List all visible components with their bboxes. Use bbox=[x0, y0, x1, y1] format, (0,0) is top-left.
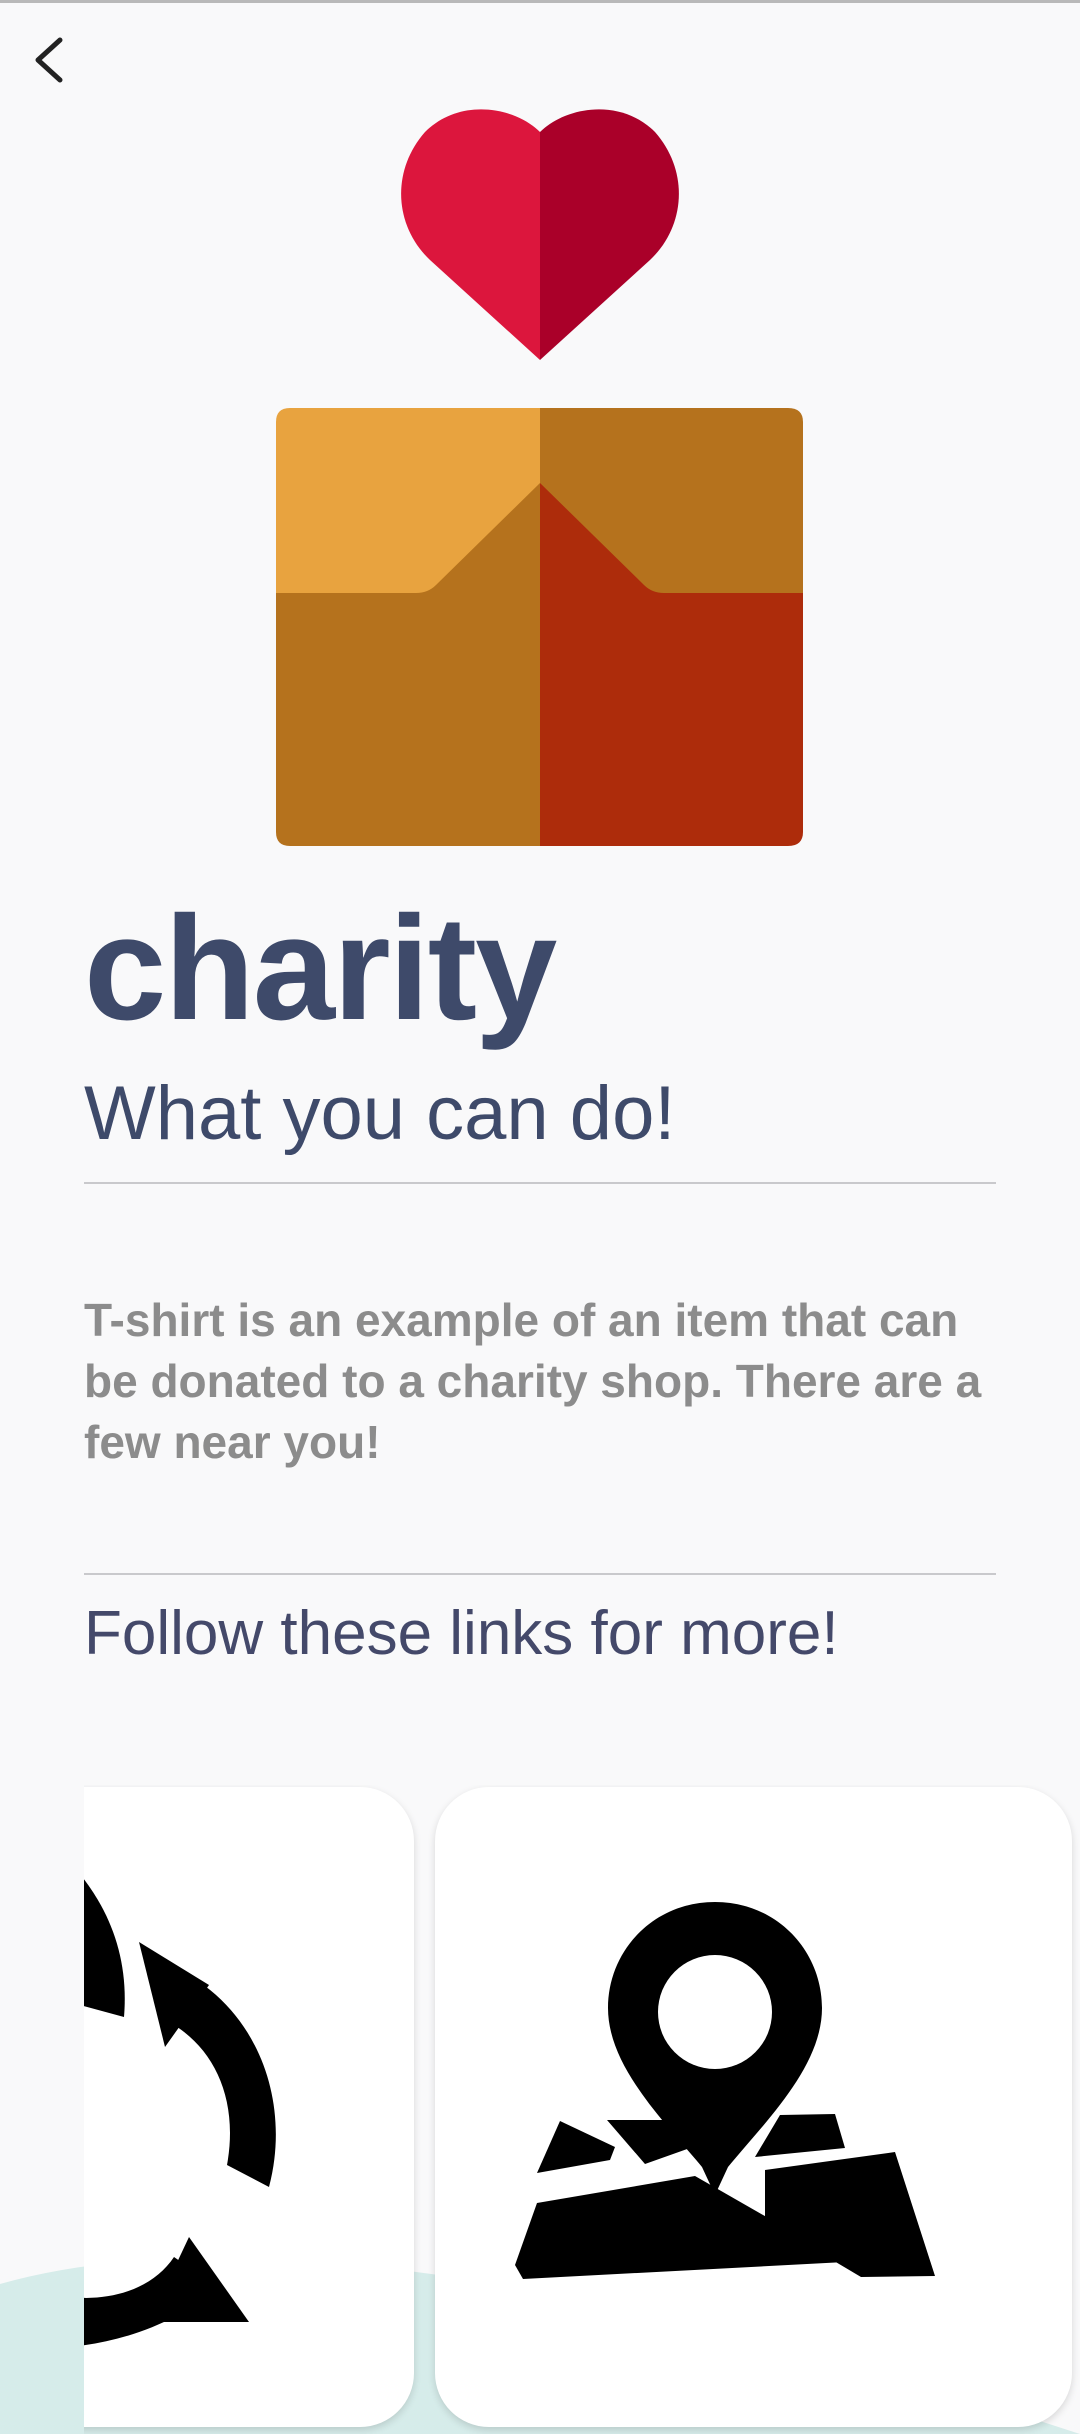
divider bbox=[84, 1573, 996, 1575]
page-title: charity bbox=[84, 886, 557, 1051]
description-text: T-shirt is an example of an item that ca… bbox=[84, 1294, 982, 1468]
heart-icon bbox=[401, 109, 679, 360]
links-carousel[interactable] bbox=[84, 1785, 1080, 2434]
page-subtitle: What you can do! bbox=[84, 1071, 676, 1156]
links-heading: Follow these links for more! bbox=[84, 1599, 839, 1668]
back-button[interactable] bbox=[18, 30, 78, 90]
link-card-map[interactable] bbox=[435, 1787, 1072, 2427]
chevron-left-icon bbox=[35, 37, 63, 83]
link-card-recycle[interactable] bbox=[84, 1787, 414, 2427]
status-divider bbox=[0, 0, 1080, 3]
recycle-icon bbox=[84, 1879, 276, 2346]
divider bbox=[84, 1182, 996, 1184]
map-pin-icon bbox=[515, 1902, 935, 2279]
donation-box-icon bbox=[276, 408, 803, 846]
